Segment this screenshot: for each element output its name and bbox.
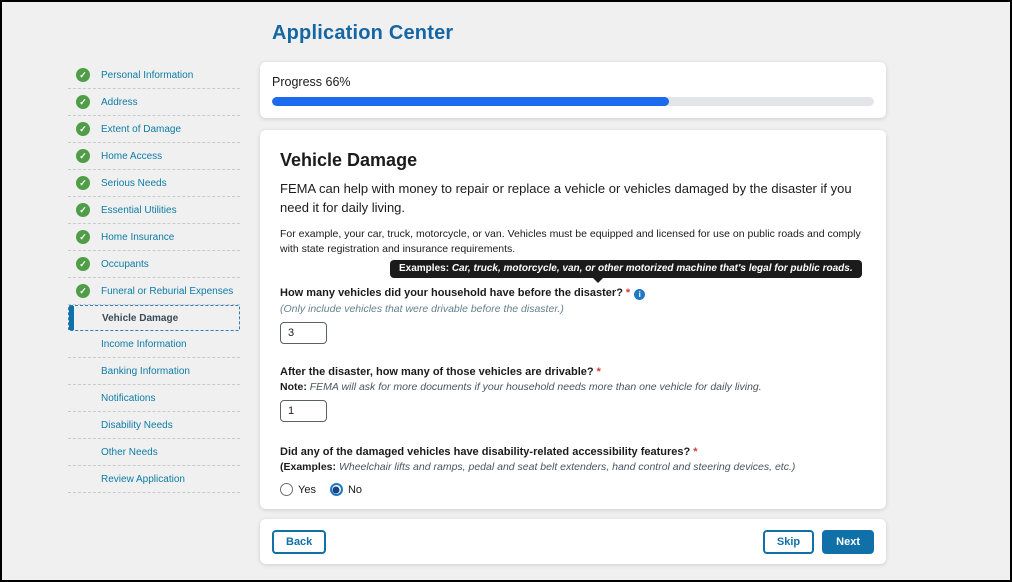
sidebar-item-extent-of-damage[interactable]: ✓ Extent of Damage	[68, 116, 240, 143]
page-title: Application Center	[272, 22, 453, 45]
sidebar-item-label: Other Needs	[101, 447, 158, 458]
sidebar-item-address[interactable]: ✓ Address	[68, 89, 240, 116]
examples-prefix: (Examples:	[280, 461, 336, 473]
sidebar-item-serious-needs[interactable]: ✓ Serious Needs	[68, 170, 240, 197]
skip-button[interactable]: Skip	[763, 530, 814, 554]
vehicles-before-input[interactable]	[280, 322, 327, 344]
sidebar-item-occupants[interactable]: ✓ Occupants	[68, 251, 240, 278]
radio-selected-icon[interactable]	[330, 483, 343, 496]
sidebar-item-label: Extent of Damage	[101, 124, 181, 135]
radio-option-label: Yes	[298, 484, 316, 496]
main-column: Application Center Progress 66% Vehicle …	[260, 2, 886, 582]
sidebar-item-review-application[interactable]: Review Application	[68, 466, 240, 493]
sidebar-item-label: Review Application	[101, 474, 185, 485]
sidebar-item-label: Notifications	[101, 393, 155, 404]
vehicles-drivable-input[interactable]	[280, 400, 327, 422]
next-button[interactable]: Next	[822, 530, 874, 554]
question-vehicles-drivable: After the disaster, how many of those ve…	[280, 366, 866, 378]
completed-check-icon: ✓	[76, 149, 90, 163]
question-examples: (Examples: Wheelchair lifts and ramps, p…	[280, 461, 866, 473]
question-vehicles-before: How many vehicles did your household hav…	[280, 287, 866, 300]
question-hint: (Only include vehicles that were drivabl…	[280, 303, 866, 315]
completed-check-icon: ✓	[76, 176, 90, 190]
completed-check-icon: ✓	[76, 230, 90, 244]
sidebar-item-label: Home Insurance	[101, 232, 174, 243]
tooltip-text: Car, truck, motorcycle, van, or other mo…	[452, 263, 853, 274]
sidebar-item-label: Vehicle Damage	[102, 313, 178, 324]
progress-label: Progress 66%	[272, 75, 874, 89]
sidebar-item-vehicle-damage[interactable]: Vehicle Damage	[68, 305, 240, 331]
sidebar-item-label: Serious Needs	[101, 178, 167, 189]
radio-option-label: No	[348, 484, 362, 496]
required-asterisk: *	[626, 287, 630, 299]
app-window: ✓ Personal Information ✓ Address ✓ Extent of …	[0, 0, 1012, 582]
sidebar-item-label: Address	[101, 97, 138, 108]
note-prefix: Note:	[280, 381, 307, 393]
sidebar-item-home-insurance[interactable]: ✓ Home Insurance	[68, 224, 240, 251]
sidebar-item-label: Home Access	[101, 151, 162, 162]
radio-option-yes[interactable]: Yes	[280, 483, 316, 496]
completed-check-icon: ✓	[76, 95, 90, 109]
question-note: Note: FEMA will ask for more documents i…	[280, 381, 866, 393]
sidebar-item-other-needs[interactable]: Other Needs	[68, 439, 240, 466]
sidebar-nav: ✓ Personal Information ✓ Address ✓ Extent of …	[68, 62, 240, 493]
sidebar-item-label: Income Information	[101, 339, 187, 350]
sidebar-item-notifications[interactable]: Notifications	[68, 385, 240, 412]
required-asterisk: *	[693, 446, 697, 458]
sidebar-item-banking-information[interactable]: Banking Information	[68, 358, 240, 385]
completed-check-icon: ✓	[76, 257, 90, 271]
section-heading: Vehicle Damage	[280, 150, 866, 171]
progress-bar-track	[272, 97, 874, 106]
progress-bar-fill	[272, 97, 669, 106]
radio-option-no[interactable]: No	[330, 483, 362, 496]
examples-text: Wheelchair lifts and ramps, pedal and se…	[339, 461, 795, 473]
back-button[interactable]: Back	[272, 530, 326, 554]
sidebar-item-label: Funeral or Reburial Expenses	[101, 286, 233, 297]
accessibility-radio-group: Yes No	[280, 483, 866, 496]
completed-check-icon: ✓	[76, 284, 90, 298]
sidebar-item-label: Essential Utilities	[101, 205, 177, 216]
sidebar-item-essential-utilities[interactable]: ✓ Essential Utilities	[68, 197, 240, 224]
radio-unselected-icon[interactable]	[280, 483, 293, 496]
progress-card: Progress 66%	[260, 62, 886, 118]
completed-check-icon: ✓	[76, 122, 90, 136]
required-asterisk: *	[597, 366, 601, 378]
actions-bar: Back Skip Next	[260, 519, 886, 564]
detail-paragraph: For example, your car, truck, motorcycle…	[280, 227, 866, 259]
sidebar-item-personal-information[interactable]: ✓ Personal Information	[68, 62, 240, 89]
tooltip-arrow-down	[593, 278, 603, 283]
note-text: FEMA will ask for more documents if your…	[310, 381, 762, 393]
info-icon[interactable]: i	[634, 289, 645, 300]
sidebar-item-home-access[interactable]: ✓ Home Access	[68, 143, 240, 170]
completed-check-icon: ✓	[76, 203, 90, 217]
tooltip-anchor: Examples: Car, truck, motorcycle, van, o…	[280, 258, 866, 287]
sidebar-item-label: Banking Information	[101, 366, 190, 377]
question-accessibility-features: Did any of the damaged vehicles have dis…	[280, 446, 866, 458]
sidebar-item-disability-needs[interactable]: Disability Needs	[68, 412, 240, 439]
examples-tooltip: Examples: Car, truck, motorcycle, van, o…	[390, 260, 862, 278]
sidebar-item-income-information[interactable]: Income Information	[68, 331, 240, 358]
sidebar-item-funeral-or-reburial-expenses[interactable]: ✓ Funeral or Reburial Expenses	[68, 278, 240, 305]
vehicle-damage-form: Vehicle Damage FEMA can help with money …	[260, 130, 886, 509]
sidebar-item-label: Personal Information	[101, 70, 193, 81]
sidebar-item-label: Occupants	[101, 259, 149, 270]
lead-paragraph: FEMA can help with money to repair or re…	[280, 180, 866, 218]
completed-check-icon: ✓	[76, 68, 90, 82]
sidebar-item-label: Disability Needs	[101, 420, 173, 431]
tooltip-prefix: Examples:	[399, 263, 449, 274]
